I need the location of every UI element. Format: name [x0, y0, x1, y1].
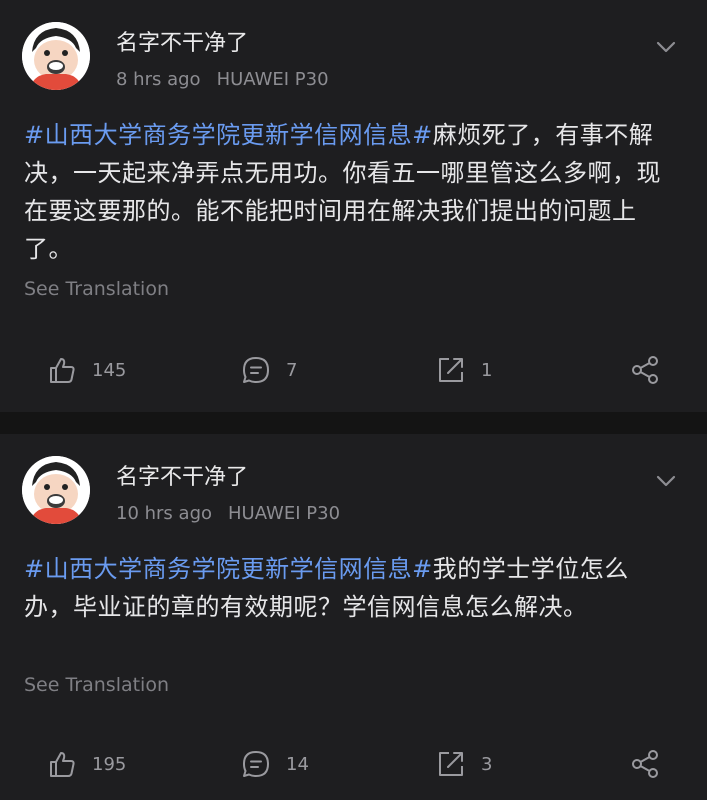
- repost-icon: [439, 358, 463, 382]
- chevron-down-icon[interactable]: [655, 36, 677, 58]
- username[interactable]: 名字不干净了: [116, 464, 248, 492]
- repost-count: 1: [481, 359, 493, 381]
- post-meta: 10 hrs ago HUAWEI P30: [116, 502, 340, 526]
- repost-count: 3: [481, 753, 493, 775]
- thumbs-up-icon: [50, 752, 75, 777]
- comment-button[interactable]: 7: [240, 350, 297, 390]
- post-content: #山西大学商务学院更新学信网信息#我的学士学位怎么办，毕业证的章的有效期呢？学信…: [24, 550, 674, 626]
- comment-icon: [243, 751, 269, 777]
- post-time: 8 hrs ago: [116, 69, 201, 90]
- share-icon[interactable]: [629, 748, 661, 780]
- post-device: HUAWEI P30: [216, 69, 329, 90]
- avatar[interactable]: [22, 456, 90, 524]
- like-button[interactable]: 145: [46, 350, 126, 390]
- see-translation-link[interactable]: See Translation: [24, 278, 169, 300]
- comment-button[interactable]: 14: [240, 744, 309, 784]
- post-card: 名字不干净了 10 hrs ago HUAWEI P30 #山西大学商务学院更新学…: [0, 434, 707, 800]
- feed: 名字不干净了 8 hrs ago HUAWEI P30 #山西大学商务学院更新学信…: [0, 0, 707, 800]
- avatar[interactable]: [22, 22, 90, 90]
- post-device: HUAWEI P30: [228, 503, 341, 524]
- like-count: 195: [92, 753, 127, 775]
- post-actions: 145 7 1: [0, 350, 707, 390]
- post-separator: [0, 412, 707, 434]
- username[interactable]: 名字不干净了: [116, 30, 248, 58]
- comment-count: 7: [286, 359, 298, 381]
- like-button[interactable]: 195: [46, 744, 126, 784]
- post-content: #山西大学商务学院更新学信网信息#麻烦死了，有事不解决，一天起来净弄点无用功。你…: [24, 116, 674, 268]
- comment-count: 14: [286, 753, 309, 775]
- comment-icon: [243, 357, 269, 383]
- hashtag-link[interactable]: #山西大学商务学院更新学信网信息#: [24, 555, 433, 583]
- post-card: 名字不干净了 8 hrs ago HUAWEI P30 #山西大学商务学院更新学信…: [0, 0, 707, 412]
- share-icon[interactable]: [629, 354, 661, 386]
- repost-button[interactable]: 3: [435, 744, 492, 784]
- post-time: 10 hrs ago: [116, 503, 213, 524]
- post-actions: 195 14 3: [0, 744, 707, 784]
- like-count: 145: [92, 359, 127, 381]
- repost-icon: [439, 752, 463, 776]
- repost-button[interactable]: 1: [435, 350, 492, 390]
- hashtag-link[interactable]: #山西大学商务学院更新学信网信息#: [24, 121, 433, 149]
- thumbs-up-icon: [50, 358, 75, 383]
- post-meta: 8 hrs ago HUAWEI P30: [116, 68, 329, 92]
- chevron-down-icon[interactable]: [655, 470, 677, 492]
- see-translation-link[interactable]: See Translation: [24, 674, 169, 696]
